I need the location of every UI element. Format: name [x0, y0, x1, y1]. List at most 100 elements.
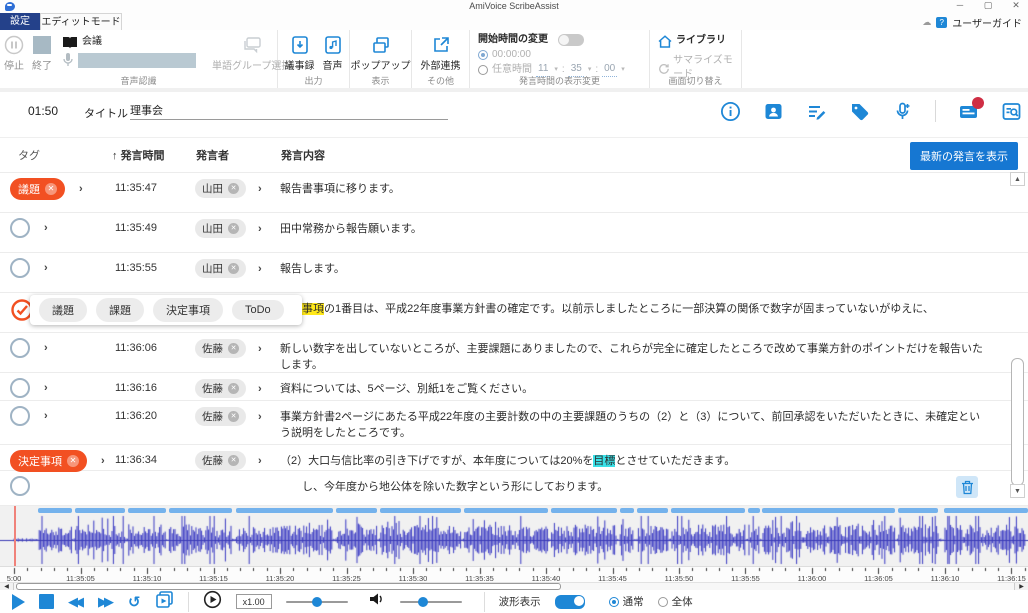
volume-icon[interactable] [368, 591, 386, 612]
speech-segment-bar[interactable] [551, 508, 617, 513]
speaker-chip[interactable]: 山田✕ [195, 179, 246, 198]
radio-whole[interactable]: 全体 [658, 594, 693, 609]
speech-segment-bar[interactable] [762, 508, 895, 513]
header-tag[interactable]: タグ [18, 147, 40, 163]
speaker-chevron[interactable]: › [258, 411, 262, 423]
speaker-chevron[interactable]: › [258, 263, 262, 275]
speech-segment-bar[interactable] [236, 508, 333, 513]
time-ruler[interactable]: 5:0011:35:0511:35:1011:35:1511:35:2011:3… [0, 566, 1028, 582]
user-guide-link[interactable]: ユーザーガイド [952, 15, 1022, 30]
scroll-up-button[interactable]: ▲ [1010, 172, 1025, 186]
speech-segment-bar[interactable] [671, 508, 745, 513]
speech-segment-bar[interactable] [380, 508, 461, 513]
utterance-row[interactable]: ›11:36:16佐藤✕›資料については、5ページ、別紙1をご覧ください。 [0, 373, 1028, 401]
speaker-chevron[interactable]: › [258, 455, 262, 467]
empty-tag-circle[interactable] [10, 258, 30, 278]
external-link-button[interactable]: 外部連携 [417, 32, 465, 72]
edit-list-icon[interactable] [806, 101, 827, 122]
rewind-button[interactable]: ◀◀ [68, 594, 84, 610]
end-button[interactable]: 終了 [28, 32, 56, 72]
waveform-canvas[interactable] [0, 514, 1028, 566]
volume-slider[interactable] [400, 601, 462, 603]
empty-tag-circle[interactable] [10, 378, 30, 398]
speech-segment-bar[interactable] [898, 508, 938, 513]
fast-forward-button[interactable]: ▶▶ [98, 594, 114, 610]
info-icon[interactable] [720, 101, 741, 122]
tab-edit-mode[interactable]: エディットモード [40, 13, 122, 30]
remove-speaker-icon[interactable]: ✕ [228, 411, 239, 422]
speaker-chip[interactable]: 山田✕ [195, 259, 246, 278]
speech-segment-bar[interactable] [38, 508, 72, 513]
add-mic-icon[interactable] [892, 101, 913, 122]
utterance-text[interactable]: 事業方針書2ページにあたる平成22年度の主要計数の中の主要課題のうちの（2）と（… [280, 409, 985, 441]
empty-tag-circle[interactable] [10, 406, 30, 426]
help-question-icon[interactable]: ? [936, 17, 947, 28]
utterance-row[interactable]: 決定事項✕›11:36:34佐藤✕›（2）大口与信比率の引き下げですが、本年度に… [0, 445, 1028, 471]
speaker-chevron[interactable]: › [258, 183, 262, 195]
popup-button[interactable]: ポップアップ [347, 32, 415, 72]
utterance-row[interactable]: ›11:35:49山田✕›田中常務から報告願います。 [0, 213, 1028, 253]
any-time-radio[interactable] [478, 65, 488, 75]
delete-row-button[interactable] [956, 476, 978, 498]
stop-button[interactable]: 停止 [0, 32, 28, 72]
minimize-button[interactable]: ─ [948, 0, 972, 12]
utterance-row[interactable]: し、今年度から地公体を除いた数字という形にしております。 [0, 471, 1028, 506]
remove-speaker-icon[interactable]: ✕ [228, 183, 239, 194]
time-zero-radio[interactable] [478, 50, 488, 60]
tag-pill[interactable]: 決定事項✕ [10, 450, 87, 472]
tag-option-chip[interactable]: 課題 [96, 298, 144, 322]
speech-segment-bar[interactable] [75, 508, 125, 513]
waveform-display-toggle[interactable] [555, 595, 585, 609]
expand-tag-chevron[interactable]: › [79, 183, 83, 195]
speaker-chevron[interactable]: › [258, 223, 262, 235]
header-content[interactable]: 発言内容 [281, 147, 325, 163]
tag-option-chip[interactable]: ToDo [232, 300, 284, 320]
utterance-text[interactable]: （2）大口与信比率の引き下げですが、本年度については20%を目標とさせていただき… [280, 453, 985, 469]
utterance-text[interactable]: 田中常務から報告願います。 [280, 221, 985, 237]
speaker-chip[interactable]: 佐藤✕ [195, 339, 246, 358]
speed-value-input[interactable]: x1.00 [236, 594, 272, 609]
speech-segment-bar[interactable] [128, 508, 166, 513]
tag-pill[interactable]: 議題✕ [10, 178, 65, 200]
speaker-chip[interactable]: 山田✕ [195, 219, 246, 238]
radio-normal[interactable]: 通常 [609, 594, 644, 609]
audio-export-button[interactable]: 音声 [319, 32, 347, 72]
utterance-text[interactable]: 資料については、5ページ、別紙1をご覧ください。 [280, 381, 985, 397]
utterance-text[interactable]: 新しい数字を出していないところが、主要課題にありましたので、これらが完全に確定し… [280, 341, 985, 373]
speaker-chip[interactable]: 佐藤✕ [195, 451, 246, 470]
utterance-text[interactable]: 報告します。 [280, 261, 985, 277]
waveform-panel[interactable]: 5:0011:35:0511:35:1011:35:1511:35:2011:3… [0, 506, 1028, 590]
tag-icon[interactable] [849, 101, 870, 122]
speech-segment-bar[interactable] [169, 508, 232, 513]
utterance-text[interactable]: 報告書事項に移ります。 [280, 181, 985, 197]
speech-segment-bar[interactable] [944, 508, 1028, 513]
speaker-chevron[interactable]: › [258, 383, 262, 395]
summary-card-icon[interactable] [958, 101, 979, 122]
close-button[interactable]: ✕ [1004, 0, 1028, 12]
hscroll-thumb[interactable] [16, 583, 561, 590]
remove-speaker-icon[interactable]: ✕ [228, 383, 239, 394]
empty-tag-circle[interactable] [10, 476, 30, 496]
start-time-toggle[interactable] [558, 34, 584, 46]
expand-tag-chevron[interactable]: › [101, 455, 105, 467]
utterance-row[interactable]: ›11:36:20佐藤✕›事業方針書2ページにあたる平成22年度の主要計数の中の… [0, 401, 1028, 445]
search-text-icon[interactable] [1001, 101, 1022, 122]
speech-segment-bar[interactable] [336, 508, 377, 513]
remove-tag-icon[interactable]: ✕ [45, 183, 57, 195]
scrollbar-thumb[interactable] [1011, 358, 1024, 486]
speech-segment-bar[interactable] [637, 508, 668, 513]
vertical-scrollbar[interactable]: ▲ ▼ [1010, 172, 1025, 506]
speaker-chevron[interactable]: › [258, 343, 262, 355]
speech-segment-bar[interactable] [620, 508, 634, 513]
utterance-row[interactable]: ›11:35:55山田✕›報告します。 [0, 253, 1028, 293]
empty-tag-circle[interactable] [10, 338, 30, 358]
remove-speaker-icon[interactable]: ✕ [228, 455, 239, 466]
show-latest-button[interactable]: 最新の発言を表示 [910, 142, 1018, 170]
speaker-chip[interactable]: 佐藤✕ [195, 379, 246, 398]
tag-option-chip[interactable]: 決定事項 [153, 298, 223, 322]
stop-playback-button[interactable] [39, 594, 54, 609]
utterance-row[interactable]: 議題✕›11:35:47山田✕›報告書事項に移ります。 [0, 173, 1028, 213]
header-speaker[interactable]: 発言者 [196, 147, 229, 163]
scroll-down-button[interactable]: ▼ [1010, 484, 1025, 498]
remove-speaker-icon[interactable]: ✕ [228, 343, 239, 354]
